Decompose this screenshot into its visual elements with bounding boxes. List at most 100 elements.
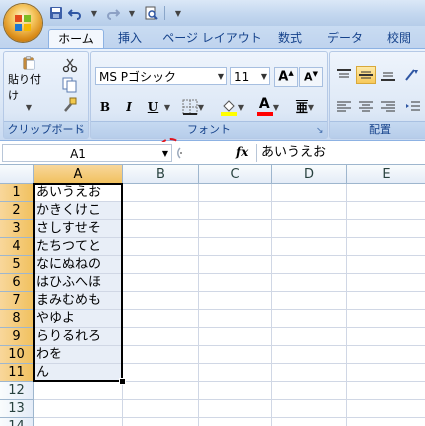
row-header[interactable]: 9 [0,328,34,346]
cell-b9[interactable] [123,328,199,346]
undo-dropdown-icon[interactable]: ▼ [86,5,102,21]
cell-a14[interactable] [34,418,123,426]
cell-b10[interactable] [123,346,199,364]
align-middle-button[interactable] [356,66,376,84]
cell-e3[interactable] [347,220,425,238]
cell-e14[interactable] [347,418,425,426]
font-name-dropdown-icon[interactable]: ▼ [218,68,224,86]
borders-button[interactable]: ▼ [179,98,207,116]
undo-icon[interactable] [67,5,83,21]
cell-d12[interactable] [272,382,347,400]
cell-e2[interactable] [347,202,425,220]
column-header-c[interactable]: C [199,165,272,184]
cell-d14[interactable] [272,418,347,426]
cell-b3[interactable] [123,220,199,238]
tab-home[interactable]: ホーム [48,29,104,49]
print-preview-icon[interactable] [143,5,159,21]
align-right-button[interactable] [378,98,398,116]
cell-e1[interactable] [347,184,425,202]
cell-d9[interactable] [272,328,347,346]
office-button[interactable] [4,4,42,42]
cell-e13[interactable] [347,400,425,418]
fill-handle[interactable] [119,378,126,385]
row-header[interactable]: 6 [0,274,34,292]
underline-dropdown-icon[interactable]: ▼ [162,98,172,116]
row-header[interactable]: 2 [0,202,34,220]
cell-e9[interactable] [347,328,425,346]
fill-color-button[interactable]: ▼ [215,98,249,116]
paste-button[interactable]: 貼り付け ▼ [8,56,50,112]
cell-d4[interactable] [272,238,347,256]
copy-button[interactable] [60,76,80,94]
cell-a13[interactable] [34,400,123,418]
cell-e6[interactable] [347,274,425,292]
cell-e7[interactable] [347,292,425,310]
underline-button[interactable]: U [143,98,163,116]
name-box-dropdown-icon[interactable]: ▼ [162,145,168,163]
cell-d10[interactable] [272,346,347,364]
cell-d7[interactable] [272,292,347,310]
align-bottom-button[interactable] [378,66,398,84]
cell-b1[interactable] [123,184,199,202]
cell-a6[interactable]: はひふへほ [34,274,123,292]
cell-d3[interactable] [272,220,347,238]
cell-a5[interactable]: なにぬねの [34,256,123,274]
cell-b12[interactable] [123,382,199,400]
cell-b11[interactable] [123,364,199,382]
italic-button[interactable]: I [119,98,139,116]
font-name-combo[interactable]: MS Pゴシック ▼ [95,67,227,85]
font-size-combo[interactable]: 11 ▼ [230,67,270,85]
cell-c9[interactable] [199,328,272,346]
insert-function-button[interactable]: fx [236,145,248,159]
align-top-button[interactable] [334,66,354,84]
cell-d5[interactable] [272,256,347,274]
cell-e11[interactable] [347,364,425,382]
row-header[interactable]: 1 [0,184,34,202]
tab-formulas[interactable]: 数式 [268,29,312,48]
customize-qat-icon[interactable]: ▼ [170,5,186,21]
font-launcher-icon[interactable]: ↘ [316,127,325,136]
cell-a12[interactable] [34,382,123,400]
cell-d13[interactable] [272,400,347,418]
align-left-button[interactable] [334,98,354,116]
redo-icon[interactable] [105,5,121,21]
align-center-button[interactable] [356,98,376,116]
cell-c3[interactable] [199,220,272,238]
cell-c10[interactable] [199,346,272,364]
name-box[interactable]: A1 ▼ [2,144,172,162]
cell-c1[interactable] [199,184,272,202]
cell-c7[interactable] [199,292,272,310]
cell-a8[interactable]: やゆよ [34,310,123,328]
tab-review[interactable]: 校閲 [376,29,422,48]
cell-e12[interactable] [347,382,425,400]
save-icon[interactable] [48,5,64,21]
row-header[interactable]: 14 [0,418,34,426]
row-header[interactable]: 12 [0,382,34,400]
phonetic-button[interactable]: 亜 ▼ [289,98,321,116]
cell-e5[interactable] [347,256,425,274]
column-header-d[interactable]: D [272,165,347,184]
cell-a3[interactable]: さしすせそ [34,220,123,238]
cell-b2[interactable] [123,202,199,220]
cell-a11[interactable]: ん [34,364,123,382]
cell-e4[interactable] [347,238,425,256]
cell-b4[interactable] [123,238,199,256]
cell-b7[interactable] [123,292,199,310]
font-color-button[interactable]: A ▼ [251,96,285,116]
bold-button[interactable]: B [95,98,115,116]
column-header-a[interactable]: A [34,165,123,184]
cell-b5[interactable] [123,256,199,274]
cell-e10[interactable] [347,346,425,364]
cell-d2[interactable] [272,202,347,220]
cell-c8[interactable] [199,310,272,328]
cell-c12[interactable] [199,382,272,400]
select-all-button[interactable] [0,165,34,184]
column-header-e[interactable]: E [347,165,425,184]
cell-d1[interactable] [272,184,347,202]
cell-c14[interactable] [199,418,272,426]
row-header[interactable]: 11 [0,364,34,382]
cell-d11[interactable] [272,364,347,382]
grow-font-button[interactable]: A▲ [274,67,298,87]
orientation-button[interactable] [402,66,424,84]
column-header-b[interactable]: B [123,165,199,184]
